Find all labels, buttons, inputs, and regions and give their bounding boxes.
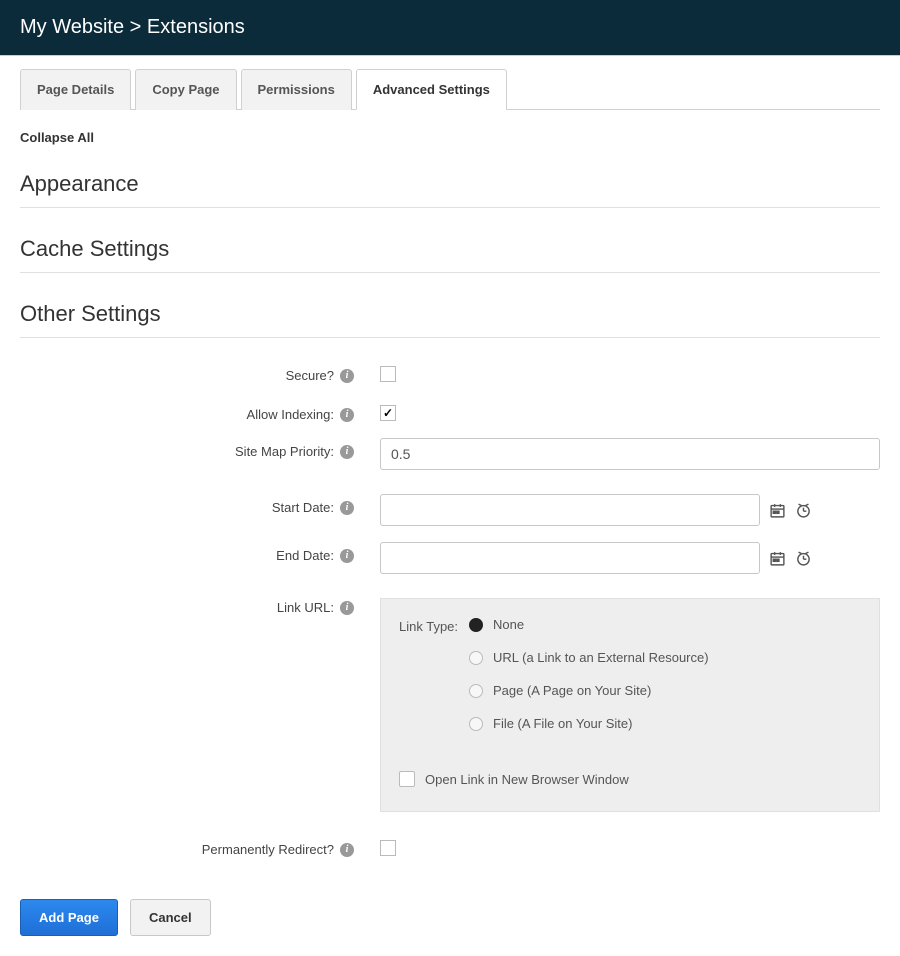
breadcrumb-page: Extensions (147, 16, 245, 38)
link-type-panel: Link Type: None URL (a Link to an Extern… (380, 598, 880, 812)
link-type-radio-none[interactable]: None (469, 617, 861, 632)
add-page-button[interactable]: Add Page (20, 899, 118, 936)
secure-checkbox[interactable] (380, 366, 396, 382)
open-link-new-window-checkbox[interactable]: Open Link in New Browser Window (399, 771, 861, 787)
calendar-icon[interactable] (768, 501, 786, 519)
info-icon[interactable]: i (340, 501, 354, 515)
radio-icon (469, 684, 483, 698)
checkbox-icon (399, 771, 415, 787)
clock-icon[interactable] (794, 501, 812, 519)
info-icon[interactable]: i (340, 369, 354, 383)
info-icon[interactable]: i (340, 445, 354, 459)
radio-icon (469, 618, 483, 632)
radio-icon (469, 651, 483, 665)
info-icon[interactable]: i (340, 549, 354, 563)
info-icon[interactable]: i (340, 601, 354, 615)
secure-label: Secure? i (20, 362, 360, 383)
collapse-all-link[interactable]: Collapse All (20, 130, 880, 145)
allow-indexing-label: Allow Indexing: i (20, 401, 360, 422)
site-map-priority-input[interactable] (380, 438, 880, 470)
permanently-redirect-checkbox[interactable] (380, 840, 396, 856)
breadcrumb: My Website > Extensions (0, 0, 900, 56)
tab-copy-page[interactable]: Copy Page (135, 69, 236, 110)
breadcrumb-sep: > (130, 16, 142, 38)
tab-advanced-settings[interactable]: Advanced Settings (356, 69, 507, 110)
end-date-label: End Date: i (20, 542, 360, 563)
section-cache-settings[interactable]: Cache Settings (20, 226, 880, 273)
clock-icon[interactable] (794, 549, 812, 567)
tabs: Page Details Copy Page Permissions Advan… (20, 68, 880, 110)
tab-page-details[interactable]: Page Details (20, 69, 131, 110)
link-url-label: Link URL: i (20, 598, 360, 615)
link-type-radio-page[interactable]: Page (A Page on Your Site) (469, 683, 861, 698)
calendar-icon[interactable] (768, 549, 786, 567)
start-date-label: Start Date: i (20, 494, 360, 515)
allow-indexing-checkbox[interactable] (380, 405, 396, 421)
section-other-settings[interactable]: Other Settings (20, 291, 880, 338)
cancel-button[interactable]: Cancel (130, 899, 211, 936)
link-type-label: Link Type: (399, 617, 469, 634)
permanently-redirect-label: Permanently Redirect? i (20, 836, 360, 857)
breadcrumb-site: My Website (20, 16, 124, 38)
link-type-radio-file[interactable]: File (A File on Your Site) (469, 716, 861, 731)
tab-permissions[interactable]: Permissions (241, 69, 352, 110)
section-appearance[interactable]: Appearance (20, 161, 880, 208)
end-date-input[interactable] (380, 542, 760, 574)
info-icon[interactable]: i (340, 843, 354, 857)
start-date-input[interactable] (380, 494, 760, 526)
info-icon[interactable]: i (340, 408, 354, 422)
radio-icon (469, 717, 483, 731)
site-map-priority-label: Site Map Priority: i (20, 438, 360, 459)
link-type-radio-url[interactable]: URL (a Link to an External Resource) (469, 650, 861, 665)
